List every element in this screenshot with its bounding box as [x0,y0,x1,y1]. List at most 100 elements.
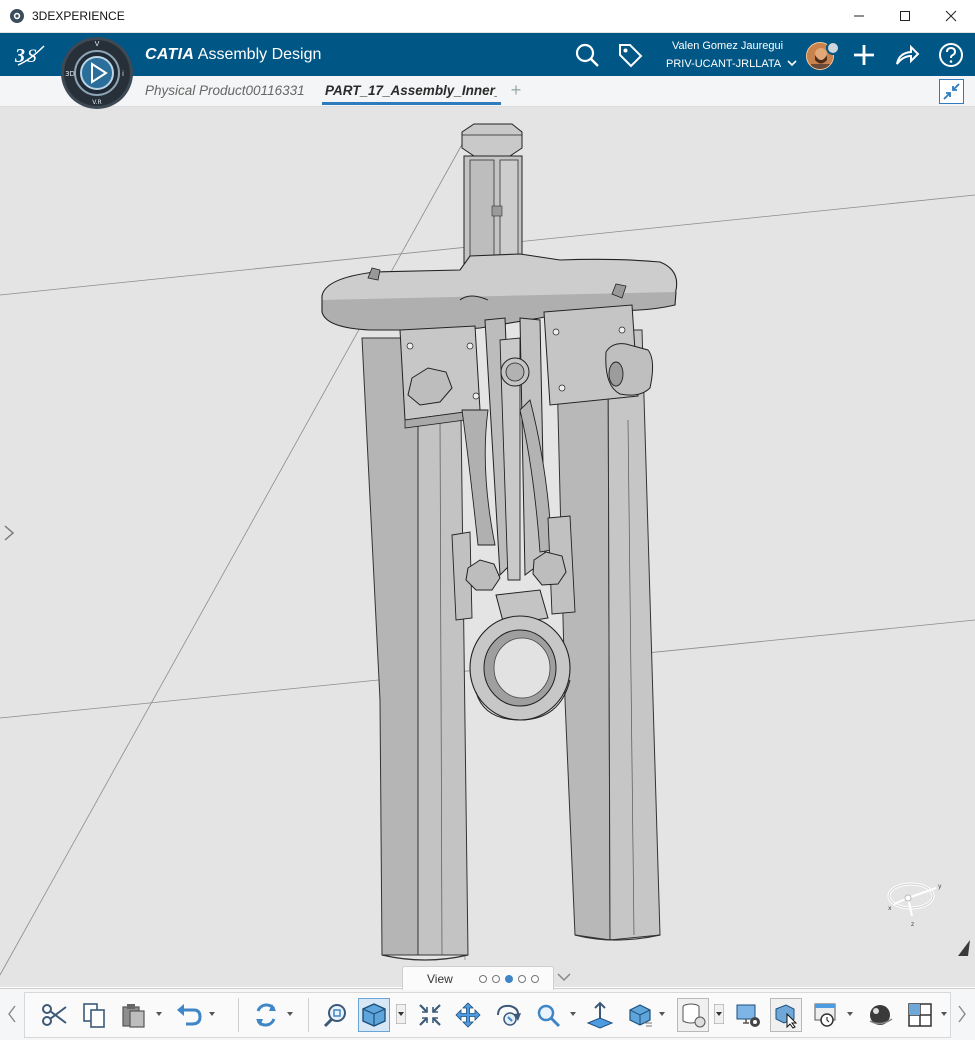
close-icon [945,10,957,22]
section-tab-view[interactable]: View [402,966,554,990]
collapse-button[interactable] [939,79,964,104]
update-icon [256,1003,276,1027]
iso-view-button[interactable] [358,998,390,1032]
paste-button[interactable] [118,998,150,1032]
plus-icon[interactable] [850,41,878,69]
toolbar-separator [238,998,239,1032]
chevron-down-icon[interactable] [556,970,572,984]
dropdown-arrow-icon[interactable] [714,1004,724,1024]
tab-part-assembly[interactable]: PART_17_Assembly_Inner_ [325,83,497,98]
zoom-icon [537,1004,561,1028]
fit-selection-button[interactable] [414,998,446,1032]
section-dot[interactable] [492,975,500,983]
normal-view-button[interactable] [584,998,616,1032]
maximize-button[interactable] [882,0,928,32]
fit-all-icon [323,1004,346,1028]
corner-arrow-icon[interactable] [956,938,972,958]
dassault-logo[interactable]: 3 S [14,41,46,67]
zoom-button[interactable] [532,998,564,1032]
tenant-name[interactable]: PRIV-UCANT-JRLLATA [666,58,781,70]
cut-button[interactable] [38,998,70,1032]
dropdown-arrow-icon[interactable] [569,1010,577,1018]
app-icon [10,9,24,23]
tag-icon[interactable] [616,41,644,69]
pan-icon [455,1002,481,1028]
paste-icon [122,1004,145,1028]
app-name: Assembly Design [197,46,322,63]
minimize-icon [854,15,864,17]
help-icon[interactable] [937,41,965,69]
chevron-right-icon[interactable] [2,524,16,542]
data-cache-button[interactable] [677,998,709,1032]
copy-button[interactable] [78,998,110,1032]
fit-all-button[interactable] [320,998,352,1032]
dropdown-arrow-icon[interactable] [940,1010,948,1018]
minimize-button[interactable] [836,0,882,32]
rotate-button[interactable] [492,998,524,1032]
presence-badge [826,41,840,55]
svg-text:y: y [938,883,942,890]
dropdown-arrow-icon[interactable] [155,1010,163,1018]
shading-icon [629,1004,652,1027]
dropdown-arrow-icon[interactable] [396,1004,406,1024]
dropdown-arrow-icon[interactable] [286,1010,294,1018]
svg-text:x: x [888,905,892,912]
section-dot-active[interactable] [505,975,513,983]
dropdown-arrow-icon[interactable] [846,1010,854,1018]
compass-widget[interactable]: V 3D i V.R [60,36,134,110]
right-bracket [543,304,654,406]
svg-text:3D: 3D [65,70,75,78]
window-title-bar: 3DEXPERIENCE [0,0,975,33]
active-tab-indicator [322,102,501,105]
assembly-model[interactable] [0,107,975,987]
orientation-compass[interactable]: y x z [874,872,948,932]
section-pager[interactable] [479,975,539,983]
data-cache-icon [682,1003,706,1028]
copy-icon [83,1003,105,1028]
add-tab-button[interactable]: + [508,80,524,100]
search-icon[interactable] [573,41,601,69]
svg-text:z: z [911,921,914,928]
svg-text:V: V [95,40,100,48]
dropdown-arrow-icon[interactable] [208,1010,216,1018]
layout-icon [908,1003,932,1027]
section-label: View [427,972,453,986]
section-dot[interactable] [518,975,526,983]
left-tube [361,337,469,961]
share-icon[interactable] [893,41,921,69]
fit-selection-icon [419,1004,441,1026]
chevron-right-icon[interactable] [956,1004,968,1024]
collapse-icon [943,83,960,100]
svg-text:V.R: V.R [92,99,101,106]
shading-button[interactable] [624,998,656,1032]
chevron-left-icon[interactable] [6,1004,18,1024]
rotate-icon [497,1004,521,1026]
undo-button[interactable] [172,998,204,1032]
brand-name: CATIA [145,46,195,63]
section-dot[interactable] [479,975,487,983]
pan-button[interactable] [452,998,484,1032]
sphere-icon [869,1005,893,1025]
layout-button[interactable] [904,998,936,1032]
select-button[interactable] [770,998,802,1032]
update-button[interactable] [250,998,282,1032]
sphere-button[interactable] [864,998,896,1032]
select-icon [775,1004,798,1029]
history-button[interactable] [810,998,842,1032]
app-title: CATIA Assembly Design [145,46,321,64]
normal-view-icon [586,1001,614,1029]
window-title: 3DEXPERIENCE [32,9,125,23]
tab-physical-product[interactable]: Physical Product00116331 [145,83,317,98]
3d-viewport[interactable]: y x z [0,107,975,987]
toolbar-separator [308,998,309,1032]
chevron-down-icon[interactable] [787,58,797,68]
section-dot[interactable] [531,975,539,983]
maximize-icon [900,11,910,21]
close-button[interactable] [928,0,974,32]
undo-icon [177,1004,202,1026]
dropdown-arrow-icon[interactable] [658,1010,666,1018]
render-settings-icon [736,1004,760,1027]
history-icon [814,1003,836,1027]
cut-icon [42,1004,67,1026]
render-settings-button[interactable] [732,998,764,1032]
